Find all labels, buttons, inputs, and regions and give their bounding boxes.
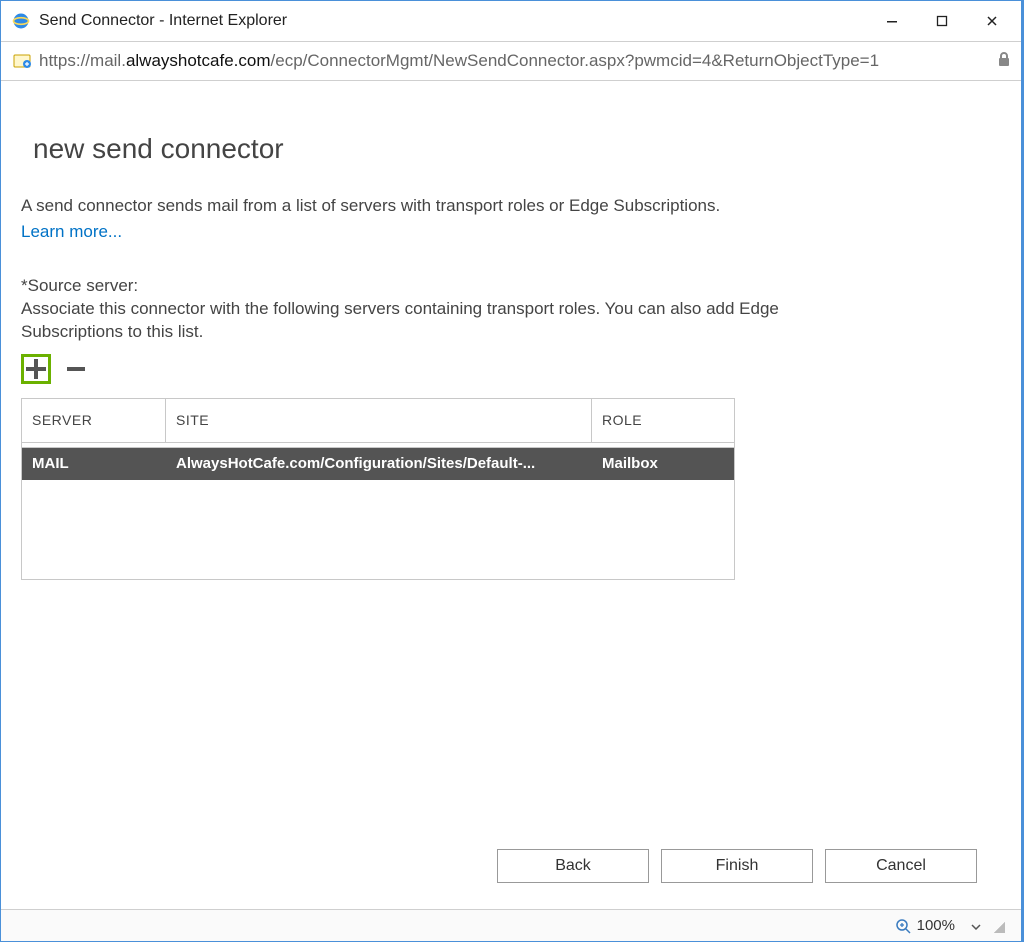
plus-icon	[26, 359, 46, 379]
url-scheme: https://	[39, 51, 90, 70]
remove-button[interactable]	[61, 354, 91, 384]
resize-grip[interactable]	[991, 919, 1005, 933]
cell-site: AlwaysHotCafe.com/Configuration/Sites/De…	[166, 455, 592, 472]
cancel-button[interactable]: Cancel	[825, 849, 977, 883]
window-right-edge	[1021, 1, 1023, 941]
cell-role: Mailbox	[592, 455, 734, 472]
url-host-prefix: mail.	[90, 51, 126, 70]
magnifier-icon	[895, 918, 911, 934]
page-content: new send connector A send connector send…	[3, 83, 1021, 899]
wizard-footer: Back Finish Cancel	[1, 849, 1023, 883]
table-body: MAIL AlwaysHotCafe.com/Configuration/Sit…	[22, 447, 734, 579]
page-cert-icon	[13, 51, 33, 71]
window-title: Send Connector - Internet Explorer	[39, 12, 867, 30]
learn-more-link[interactable]: Learn more...	[21, 222, 122, 241]
add-button[interactable]	[21, 354, 51, 384]
address-bar[interactable]: https://mail.alwayshotcafe.com/ecp/Conne…	[1, 41, 1023, 81]
status-bar: 100%	[1, 909, 1023, 941]
minus-icon	[67, 367, 85, 371]
minimize-button[interactable]	[867, 3, 917, 39]
url-text: https://mail.alwayshotcafe.com/ecp/Conne…	[39, 51, 989, 71]
zoom-control[interactable]: 100%	[895, 917, 981, 934]
col-header-site[interactable]: SITE	[166, 399, 592, 442]
lock-icon	[997, 51, 1011, 71]
browser-window: Send Connector - Internet Explorer https…	[0, 0, 1024, 942]
finish-button[interactable]: Finish	[661, 849, 813, 883]
server-table: SERVER SITE ROLE MAIL AlwaysHotCafe.com/…	[21, 398, 735, 580]
intro-text: A send connector sends mail from a list …	[21, 195, 801, 218]
list-toolbar	[21, 354, 1003, 384]
table-row[interactable]: MAIL AlwaysHotCafe.com/Configuration/Sit…	[22, 448, 734, 480]
table-header: SERVER SITE ROLE	[22, 399, 734, 443]
cell-server: MAIL	[22, 455, 166, 472]
col-header-server[interactable]: SERVER	[22, 399, 166, 442]
back-button[interactable]: Back	[497, 849, 649, 883]
url-path: /ecp/ConnectorMgmt/NewSendConnector.aspx…	[271, 51, 880, 70]
chevron-down-icon[interactable]	[971, 917, 981, 934]
source-server-label: *Source server:	[21, 276, 1003, 296]
page-title: new send connector	[33, 133, 1003, 165]
source-server-description: Associate this connector with the follow…	[21, 298, 801, 344]
col-header-role[interactable]: ROLE	[592, 399, 734, 442]
url-host: alwayshotcafe.com	[126, 51, 271, 70]
ie-logo-icon	[11, 11, 31, 31]
zoom-value: 100%	[917, 917, 955, 934]
maximize-button[interactable]	[917, 3, 967, 39]
titlebar: Send Connector - Internet Explorer	[1, 1, 1023, 41]
close-button[interactable]	[967, 3, 1017, 39]
